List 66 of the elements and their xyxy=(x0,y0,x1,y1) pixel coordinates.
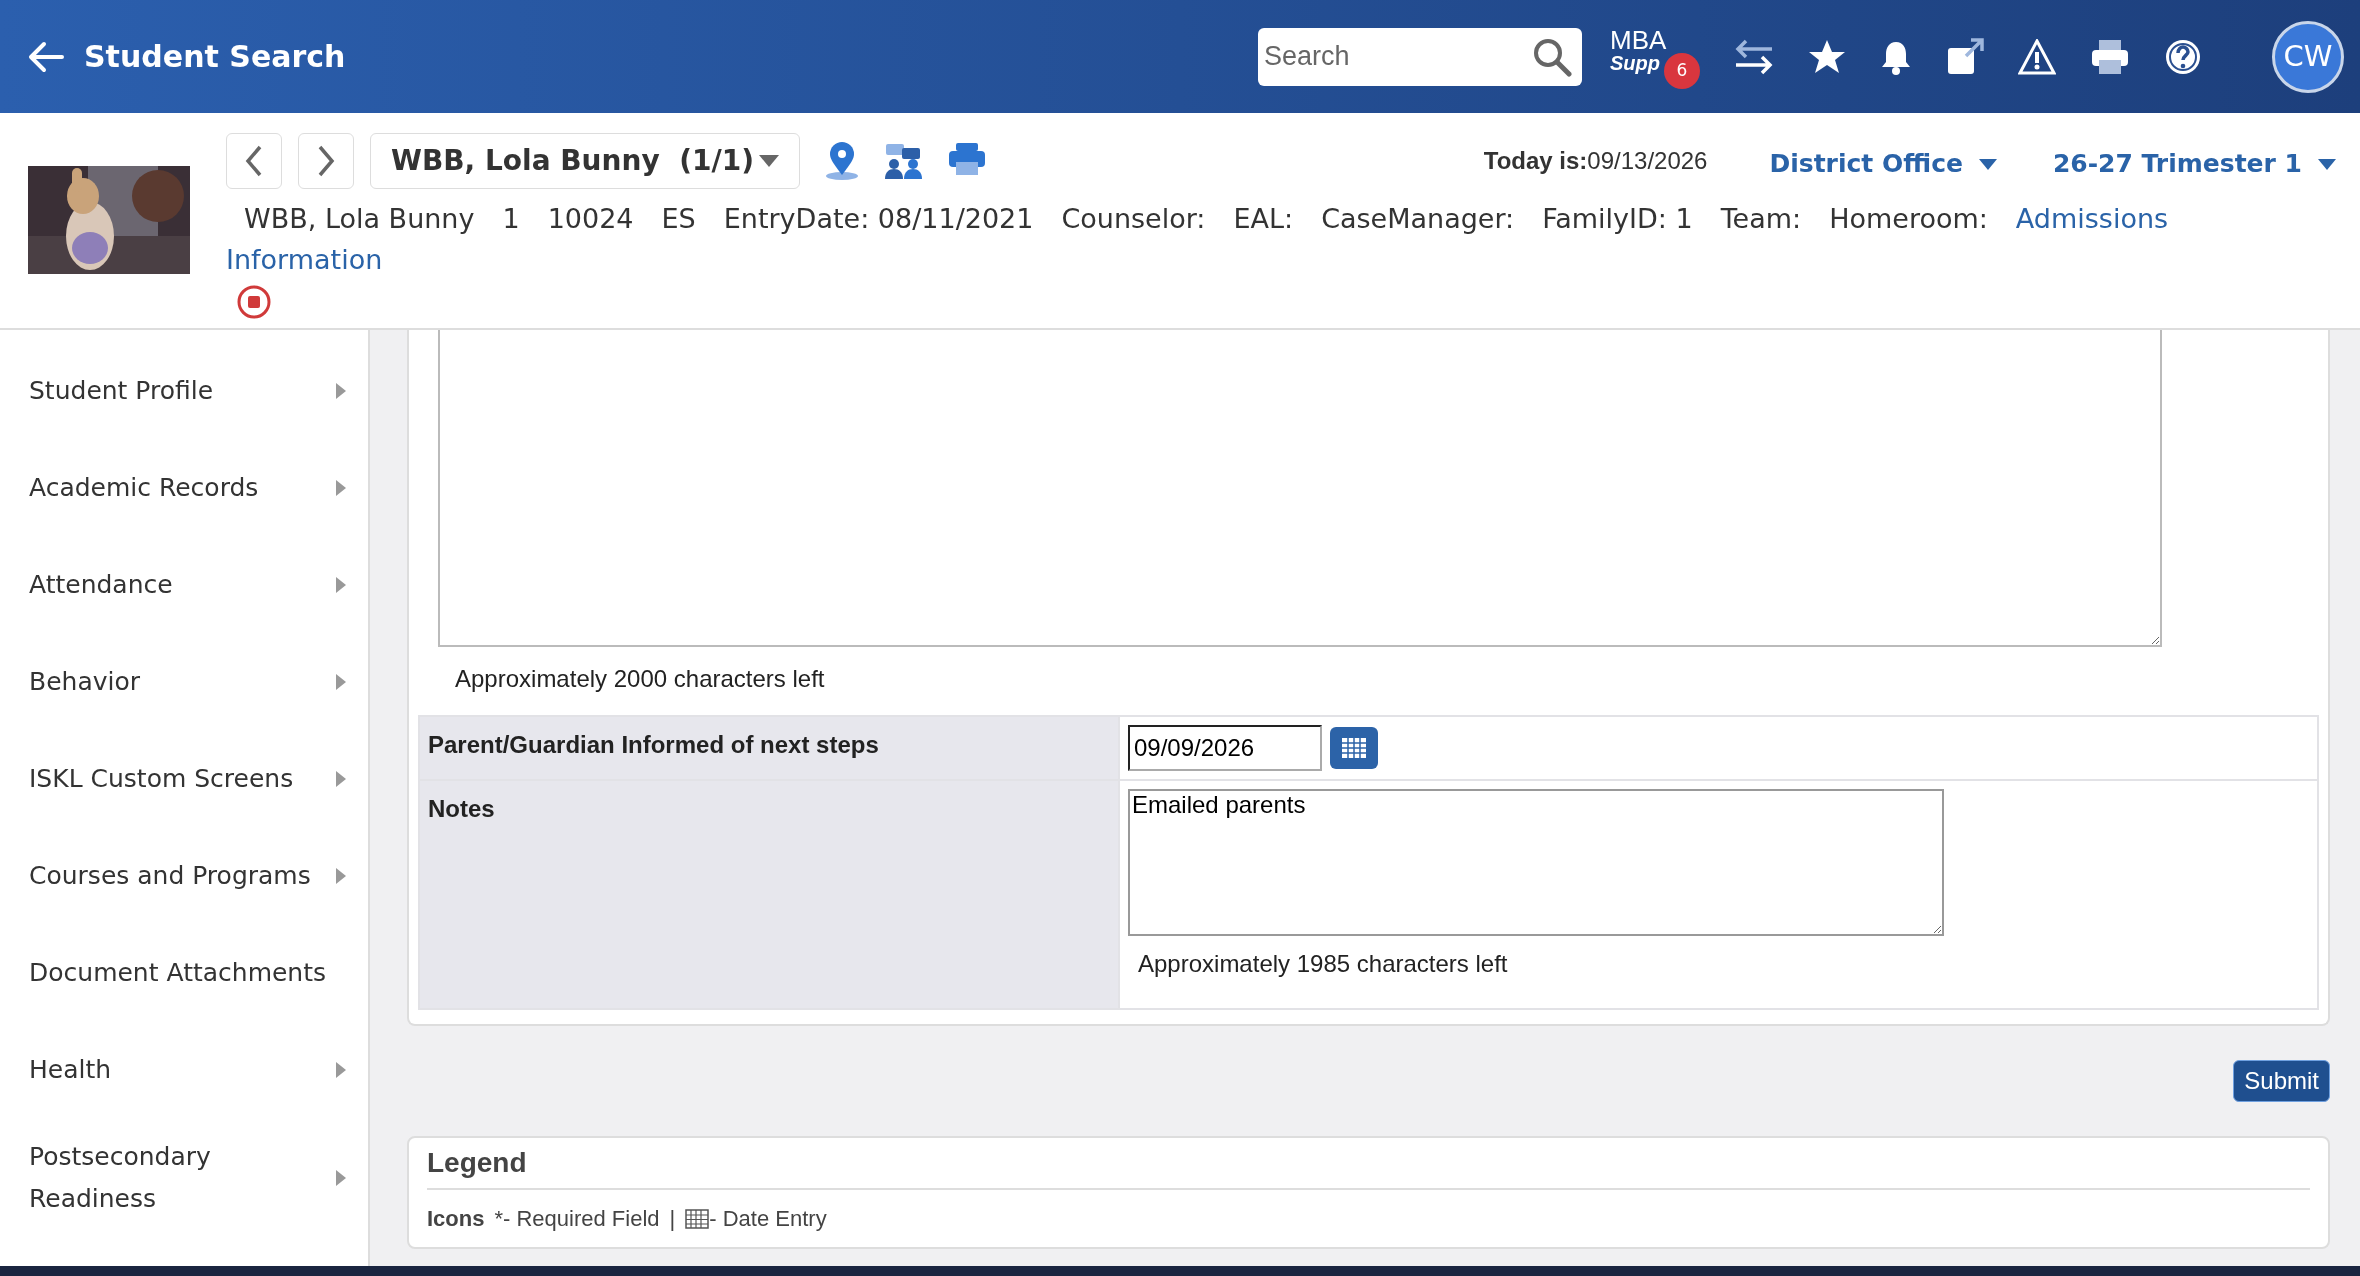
sidebar-item[interactable]: Courses and Programs xyxy=(0,827,368,924)
print-icon[interactable] xyxy=(948,142,986,176)
sidebar-item[interactable]: Student Profile xyxy=(0,342,368,439)
caret-icon xyxy=(2318,158,2336,170)
admissions-link[interactable]: Admissions xyxy=(2015,199,2169,240)
sidebar-item[interactable]: Health xyxy=(0,1021,368,1118)
calendar-icon xyxy=(685,1208,710,1229)
legend-title: Legend xyxy=(427,1142,2310,1190)
next-button[interactable] xyxy=(298,133,354,189)
previous-button[interactable] xyxy=(226,133,282,189)
info-text: CaseManager: xyxy=(1321,202,1515,236)
support-logo[interactable]: MBA Supp xyxy=(1610,26,1667,73)
sidebar-item[interactable]: ISKL Custom Screens xyxy=(0,730,368,827)
caret-icon xyxy=(759,155,779,167)
school-dropdown[interactable]: District Office xyxy=(1769,145,1997,183)
search-icon[interactable] xyxy=(1532,36,1572,77)
submit-button[interactable]: Submit xyxy=(2233,1060,2330,1102)
info-text: EntryDate: 08/11/2021 xyxy=(723,202,1034,236)
people-chat-icon[interactable] xyxy=(884,142,924,180)
avatar[interactable]: CW xyxy=(2272,20,2344,93)
legend-label: Icons xyxy=(427,1205,485,1233)
info-text: EAL: xyxy=(1233,202,1294,236)
info-text: Counselor: xyxy=(1061,202,1206,236)
star-icon[interactable] xyxy=(1808,38,1846,75)
print-icon[interactable] xyxy=(2090,38,2130,75)
information-link[interactable]: Information xyxy=(226,239,383,280)
field-label: Notes xyxy=(428,795,495,822)
characters-left-text: Approximately 2000 characters left xyxy=(454,664,825,694)
field-label: Parent/Guardian Informed of next steps xyxy=(428,731,879,758)
sidebar-item[interactable]: Attendance xyxy=(0,536,368,633)
calendar-button[interactable] xyxy=(1330,727,1378,769)
info-text: 1 xyxy=(502,202,520,236)
stop-icon[interactable] xyxy=(236,284,272,320)
text-area-field[interactable] xyxy=(438,330,2162,647)
separator-text: | xyxy=(669,1205,676,1233)
back-arrow-icon[interactable] xyxy=(28,40,64,73)
student-dropdown[interactable]: WBB, Lola Bunny (1/1) xyxy=(370,133,800,189)
sidebar-item[interactable]: Academic Records xyxy=(0,439,368,536)
term-dropdown[interactable]: 26-27 Trimester 1 xyxy=(2052,145,2336,183)
sidebar-item[interactable]: Behavior xyxy=(0,633,368,730)
calendar-icon xyxy=(1341,737,1367,759)
legend-text: *- Required Field xyxy=(494,1205,660,1233)
help-icon[interactable] xyxy=(2164,37,2202,76)
page-title: Student Search xyxy=(84,38,346,76)
sidebar-item[interactable]: Document Attachments xyxy=(0,924,368,1021)
info-text: ES xyxy=(661,202,696,236)
chevron-left-icon xyxy=(244,145,264,177)
swap-arrows-icon[interactable] xyxy=(1734,38,1774,75)
info-text: WBB, Lola Bunny xyxy=(244,202,475,236)
notes-field[interactable]: Emailed parents xyxy=(1128,789,1944,936)
info-text: FamilyID: 1 xyxy=(1542,202,1693,236)
today-date: Today is:09/13/2026 xyxy=(1483,146,1708,176)
warning-icon[interactable] xyxy=(2018,38,2056,75)
info-text: 10024 xyxy=(547,202,634,236)
date-input-field[interactable]: 09/09/2026 xyxy=(1128,725,1322,771)
chevron-right-icon xyxy=(316,145,336,177)
sidebar-item[interactable]: Postsecondary Readiness xyxy=(0,1118,368,1238)
characters-left-text: Approximately 1985 characters left xyxy=(1137,949,1508,979)
external-link-icon[interactable] xyxy=(1946,37,1984,76)
info-text: Homeroom: xyxy=(1829,202,1988,236)
info-text: Team: xyxy=(1720,202,1802,236)
search-field[interactable]: Search xyxy=(1258,27,1582,86)
legend-text: - Date Entry xyxy=(709,1205,827,1233)
caret-icon xyxy=(1978,158,1997,170)
notification-badge: 6 xyxy=(1664,52,1700,89)
location-pin-icon[interactable] xyxy=(824,142,860,180)
